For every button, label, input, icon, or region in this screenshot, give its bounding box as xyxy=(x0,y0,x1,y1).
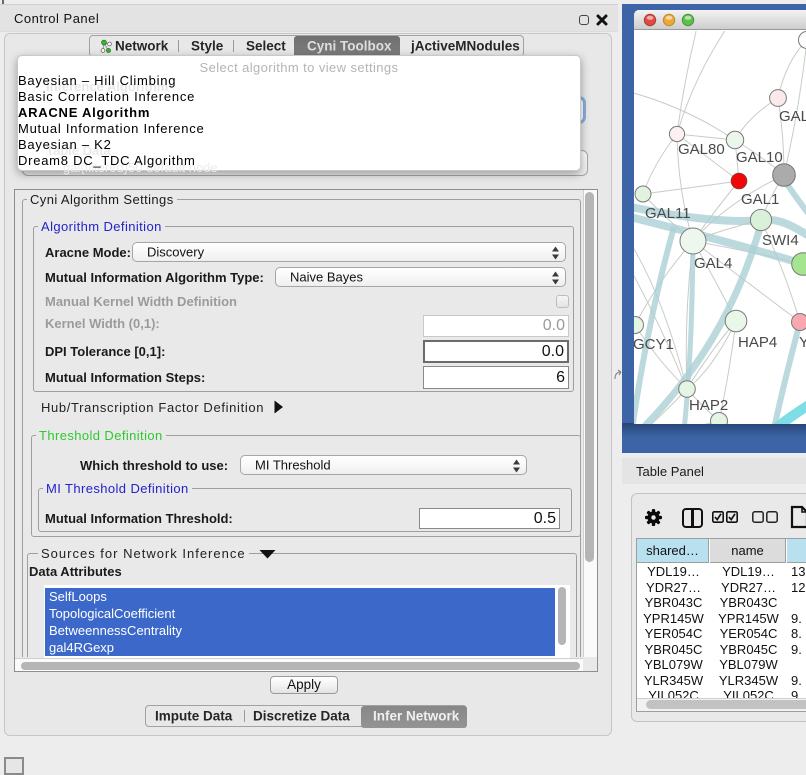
svg-text:GCY1: GCY1 xyxy=(634,336,674,353)
svg-text:HAP2: HAP2 xyxy=(689,397,728,414)
svg-text:GAL80: GAL80 xyxy=(678,141,725,158)
svg-text:GAL4: GAL4 xyxy=(694,255,732,272)
svg-text:SWI4: SWI4 xyxy=(762,232,799,249)
svg-text:GAL11: GAL11 xyxy=(645,205,691,222)
svg-text:HAP4: HAP4 xyxy=(738,334,777,351)
svg-text:GAL7: GAL7 xyxy=(779,108,806,125)
svg-text:GAL10: GAL10 xyxy=(736,149,783,166)
svg-text:Y: Y xyxy=(799,334,806,351)
svg-text:GAL1: GAL1 xyxy=(741,191,779,208)
